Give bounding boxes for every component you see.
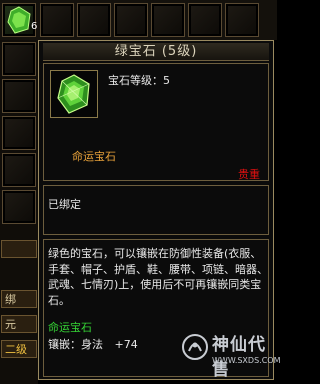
watermark-logo-icon [182,334,208,360]
inventory-slot[interactable] [2,116,36,150]
inventory-slot[interactable] [2,190,36,224]
watermark: 神仙代售 WWW.SXDS.COM [178,322,281,384]
item-header-section: 宝石等级：5 命运宝石 贵重 [43,63,269,181]
fate-gem-note: 命运宝石 [48,321,92,334]
inventory-slot[interactable] [77,3,111,37]
watermark-url: WWW.SXDS.COM [212,356,281,365]
side-label-bind[interactable]: 绑 [1,290,37,308]
inventory-slot[interactable] [40,3,74,37]
slot-count: 6 [31,21,38,32]
inlay-stat: 镶嵌：身法 +74 [48,336,138,352]
side-label-yuan[interactable]: 元 [1,315,37,333]
item-description: 绿色的宝石，可以镶嵌在防御性装备(衣服、手套、帽子、护盾、鞋、腰带、项链、暗器、… [48,247,268,307]
watermark-brand: 神仙代售 [212,335,266,380]
bind-section: 已绑定 [43,185,269,235]
inlay-label: 镶嵌：身法 [48,338,103,351]
item-title: 绿宝石 (5级) [43,43,269,61]
item-icon-frame [50,70,98,118]
side-button[interactable] [1,240,37,258]
inventory-side-column: 绑 元 二级 [0,40,38,384]
rarity-label: 贵重 [238,168,260,181]
inventory-slot[interactable] [2,42,36,76]
inventory-slot[interactable] [188,3,222,37]
side-label-level2[interactable]: 二级 [1,340,37,358]
green-gem-icon [57,74,90,114]
inlay-value: +74 [114,338,138,351]
bound-status: 已绑定 [48,198,81,211]
inventory-slot[interactable] [225,3,259,37]
inventory-slot-green-gem[interactable]: 6 [2,3,38,37]
inventory-slot[interactable] [151,3,185,37]
gem-level: 宝石等级：5 [108,74,170,87]
inventory-bar: 6 [0,0,277,40]
fate-gem-label: 命运宝石 [72,150,116,163]
inventory-slot[interactable] [114,3,148,37]
inventory-slot[interactable] [2,79,36,113]
inventory-slot[interactable] [2,153,36,187]
